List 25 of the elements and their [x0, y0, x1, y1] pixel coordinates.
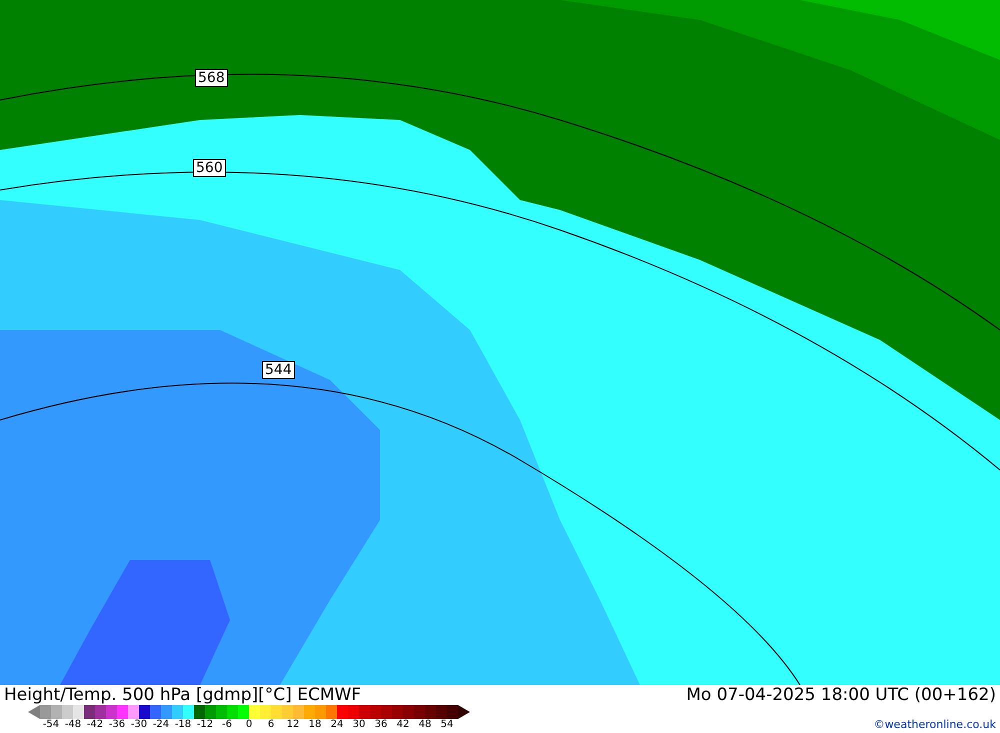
contour-label: 544 [262, 361, 295, 379]
legend-tick-label: 48 [418, 719, 432, 731]
legend-tick-label: 0 [244, 719, 254, 731]
chart-title: Height/Temp. 500 hPa [gdmp][°C] ECMWF [4, 685, 362, 705]
legend-tick-label: 24 [330, 719, 344, 731]
legend-tick-label: -24 [152, 719, 170, 731]
legend-tick-label: 42 [396, 719, 410, 731]
legend-tick-label: 54 [440, 719, 454, 731]
legend-tick-label: 36 [374, 719, 388, 731]
legend-tick-label: 30 [352, 719, 366, 731]
contour-label: 560 [193, 159, 226, 177]
legend-tick-label: -6 [221, 719, 233, 731]
legend-tick-label: -42 [86, 719, 104, 731]
legend-tick-label: -48 [64, 719, 82, 731]
legend-tick-label: -12 [196, 719, 214, 731]
contour-label: 568 [195, 69, 228, 87]
legend-tick-label: -54 [42, 719, 60, 731]
legend-tick-label: -36 [108, 719, 126, 731]
legend-tick-label: 12 [286, 719, 300, 731]
legend-tick-label: 6 [266, 719, 276, 731]
forecast-datetime: Mo 07-04-2025 18:00 UTC (00+162) [686, 685, 996, 705]
legend-tick-label: 18 [308, 719, 322, 731]
copyright-text: ©weatheronline.co.uk [874, 718, 996, 731]
legend-tick-label: -30 [130, 719, 148, 731]
legend-tick-label: -18 [174, 719, 192, 731]
